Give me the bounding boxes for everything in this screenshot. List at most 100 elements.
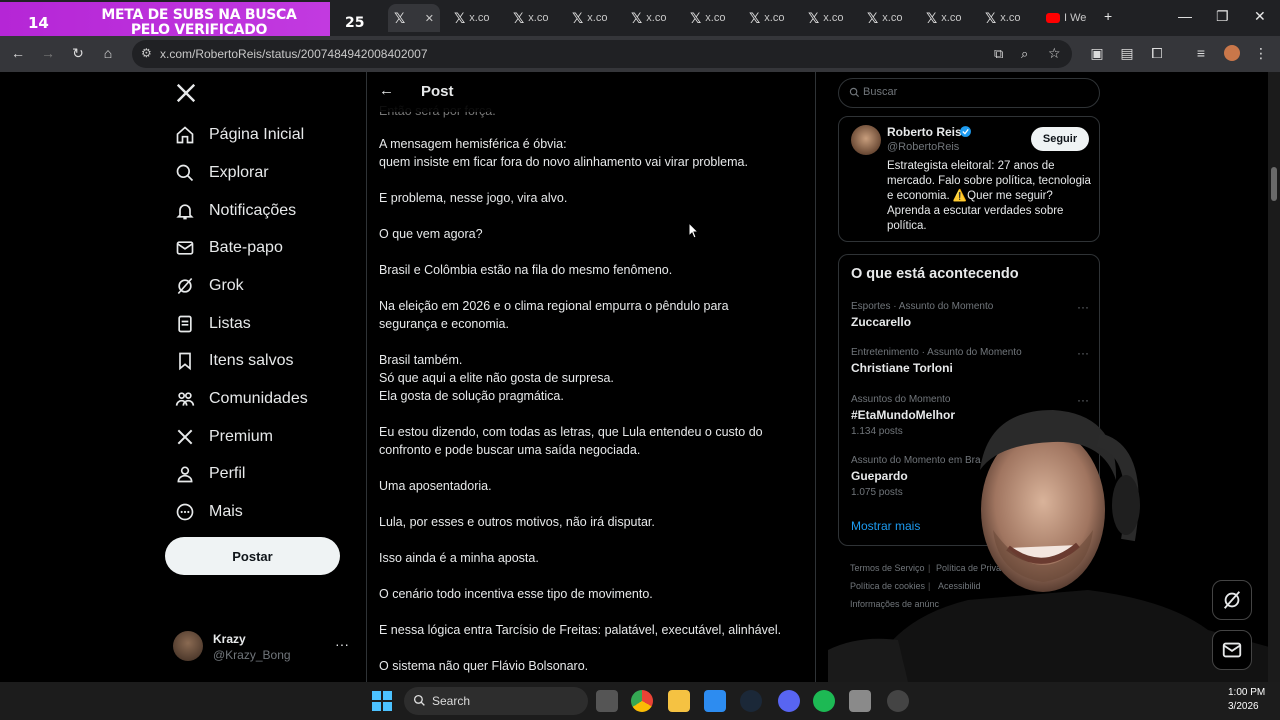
menu-kebab-icon[interactable]: ⋮: [1252, 45, 1270, 62]
x-logo-icon: 𝕏: [985, 9, 997, 26]
restore-icon[interactable]: ❐: [1216, 8, 1229, 25]
trend-item[interactable]: Entretenimento · Assunto do Momento Chri…: [851, 346, 1091, 376]
post-paragraph: Eu estou dizendo, com todas as letras, q…: [379, 425, 763, 457]
left-navigation: Página Inicial Explorar Notificações Bat…: [165, 72, 355, 682]
post-paragraph: O que vem agora?: [379, 227, 483, 241]
back-icon[interactable]: ←: [9, 45, 27, 61]
x-logo-icon[interactable]: [175, 82, 197, 104]
steam-icon[interactable]: [740, 690, 762, 712]
more-dots-icon[interactable]: ···: [1077, 300, 1089, 314]
grok-floating-button[interactable]: [1212, 580, 1252, 620]
browser-tab[interactable]: 𝕏x.co: [625, 4, 681, 32]
bookmark-star-icon[interactable]: ☆: [1048, 45, 1061, 62]
zoom-icon[interactable]: ⌕: [1021, 46, 1028, 62]
account-switcher[interactable]: Krazy @Krazy_Bong ···: [173, 630, 353, 670]
search-box[interactable]: [838, 78, 1100, 108]
address-bar[interactable]: ⚙ x.com/RobertoReis/status/2007484942008…: [132, 40, 1072, 68]
nav-item-label: Explorar: [209, 164, 269, 181]
close-tab-icon[interactable]: ✕: [425, 12, 434, 25]
browser-tab[interactable]: 𝕏x.co: [920, 4, 976, 32]
home-icon[interactable]: ⌂: [99, 45, 117, 61]
nav-item-explore[interactable]: Explorar: [175, 158, 269, 188]
nav-item-communities[interactable]: Comunidades: [175, 384, 308, 414]
app-icon[interactable]: [849, 690, 871, 712]
reload-icon[interactable]: ↻: [69, 45, 87, 62]
page-scrollbar[interactable]: [1268, 72, 1280, 682]
x-logo-icon: 𝕏: [808, 9, 820, 26]
site-info-icon[interactable]: ⚙: [141, 46, 152, 60]
file-explorer-icon[interactable]: [668, 690, 690, 712]
avatar[interactable]: [851, 125, 881, 155]
discord-icon[interactable]: [778, 690, 800, 712]
author-profile-card: Roberto Reis @RobertoReis Estrategista e…: [838, 116, 1100, 242]
browser-tab[interactable]: 𝕏x.co: [448, 4, 504, 32]
taskbar-date: 3/2026: [1228, 701, 1259, 712]
app-icon[interactable]: [887, 690, 909, 712]
windows-start-icon[interactable]: [372, 691, 392, 711]
browser-tab[interactable]: 𝕏x.co: [861, 4, 917, 32]
x-logo-icon: 𝕏: [926, 9, 938, 26]
store-icon[interactable]: [704, 690, 726, 712]
browser-tab-strip: 𝕏 ✕ 𝕏 ✕ 𝕏x.co 𝕏x.co 𝕏x.co 𝕏x.co 𝕏x.co 𝕏x…: [0, 0, 1280, 42]
nav-item-label: Itens salvos: [209, 352, 294, 369]
task-view-icon[interactable]: [596, 690, 618, 712]
author-name[interactable]: Roberto Reis: [887, 125, 962, 139]
back-arrow-icon[interactable]: ←: [379, 82, 394, 99]
browser-tab-youtube[interactable]: I We: [1040, 4, 1096, 32]
forward-icon[interactable]: →: [39, 45, 57, 61]
nav-item-notifications[interactable]: Notificações: [175, 196, 296, 226]
search-icon: [413, 694, 425, 706]
browser-tab[interactable]: 𝕏x.co: [684, 4, 740, 32]
nav-item-grok[interactable]: Grok: [175, 271, 244, 301]
chrome-icon[interactable]: [631, 690, 653, 712]
extensions-puzzle-icon[interactable]: ⧠: [1148, 45, 1166, 62]
nav-item-label: Premium: [209, 428, 274, 445]
post-button[interactable]: Postar: [165, 537, 340, 575]
extension-icon[interactable]: ▣: [1088, 45, 1106, 62]
more-dots-icon[interactable]: ···: [335, 636, 349, 652]
extension-icon[interactable]: ▤: [1118, 45, 1136, 62]
messages-floating-button[interactable]: [1212, 630, 1252, 670]
nav-item-more[interactable]: Mais: [175, 497, 243, 527]
browser-tab[interactable]: 𝕏x.co: [566, 4, 622, 32]
close-window-icon[interactable]: ✕: [1254, 8, 1266, 25]
more-dots-icon[interactable]: ···: [1077, 346, 1089, 360]
browser-tab[interactable]: 𝕏x.co: [743, 4, 799, 32]
person-icon: [177, 466, 193, 483]
nav-item-home[interactable]: Página Inicial: [175, 120, 304, 150]
nav-item-label: Mais: [209, 503, 243, 520]
search-input[interactable]: [863, 86, 1083, 98]
nav-item-label: Bate-papo: [209, 239, 283, 256]
post-paragraph: Lula, por esses e outros motivos, não ir…: [379, 515, 655, 529]
taskbar-time: 1:00 PM: [1228, 687, 1266, 698]
spotify-icon[interactable]: [813, 690, 835, 712]
nav-item-profile[interactable]: Perfil: [175, 459, 245, 489]
new-tab-icon[interactable]: +: [1104, 8, 1112, 24]
x-logo-icon: 𝕏: [572, 9, 584, 26]
nav-item-chat[interactable]: Bate-papo: [175, 233, 283, 263]
nav-item-lists[interactable]: Listas: [175, 309, 251, 339]
trend-item[interactable]: Esportes · Assunto do Momento Zuccarello…: [851, 300, 1091, 330]
browser-tab[interactable]: 𝕏x.co: [979, 4, 1035, 32]
url-text: x.com/RobertoReis/status/200748494200840…: [160, 47, 428, 61]
browser-tab-current[interactable]: 𝕏 ✕: [388, 4, 440, 32]
nav-item-premium[interactable]: Premium: [175, 422, 273, 452]
main-column: ← Post Então será por força. A mensagem …: [366, 72, 816, 682]
profile-avatar[interactable]: [1224, 45, 1240, 61]
browser-tab[interactable]: 𝕏x.co: [802, 4, 858, 32]
subs-goal-target: 25: [345, 15, 365, 31]
nav-item-bookmarks[interactable]: Itens salvos: [175, 346, 293, 376]
post-paragraph: A mensagem hemisférica é óbvia: quem ins…: [379, 137, 748, 169]
nav-item-label: Perfil: [209, 465, 246, 482]
taskbar-search[interactable]: Search: [404, 687, 588, 715]
browser-tab[interactable]: 𝕏x.co: [507, 4, 563, 32]
tab-label: x.co: [823, 12, 844, 24]
tab-label: x.co: [469, 12, 490, 24]
account-handle: @Krazy_Bong: [213, 648, 291, 662]
media-control-icon[interactable]: ≡: [1192, 45, 1210, 61]
minimize-icon[interactable]: —: [1178, 8, 1192, 24]
follow-button[interactable]: Seguir: [1031, 127, 1089, 151]
post-header: ← Post: [367, 72, 815, 112]
install-app-icon[interactable]: ⧉: [994, 46, 1003, 62]
scrollbar-thumb[interactable]: [1271, 167, 1277, 201]
